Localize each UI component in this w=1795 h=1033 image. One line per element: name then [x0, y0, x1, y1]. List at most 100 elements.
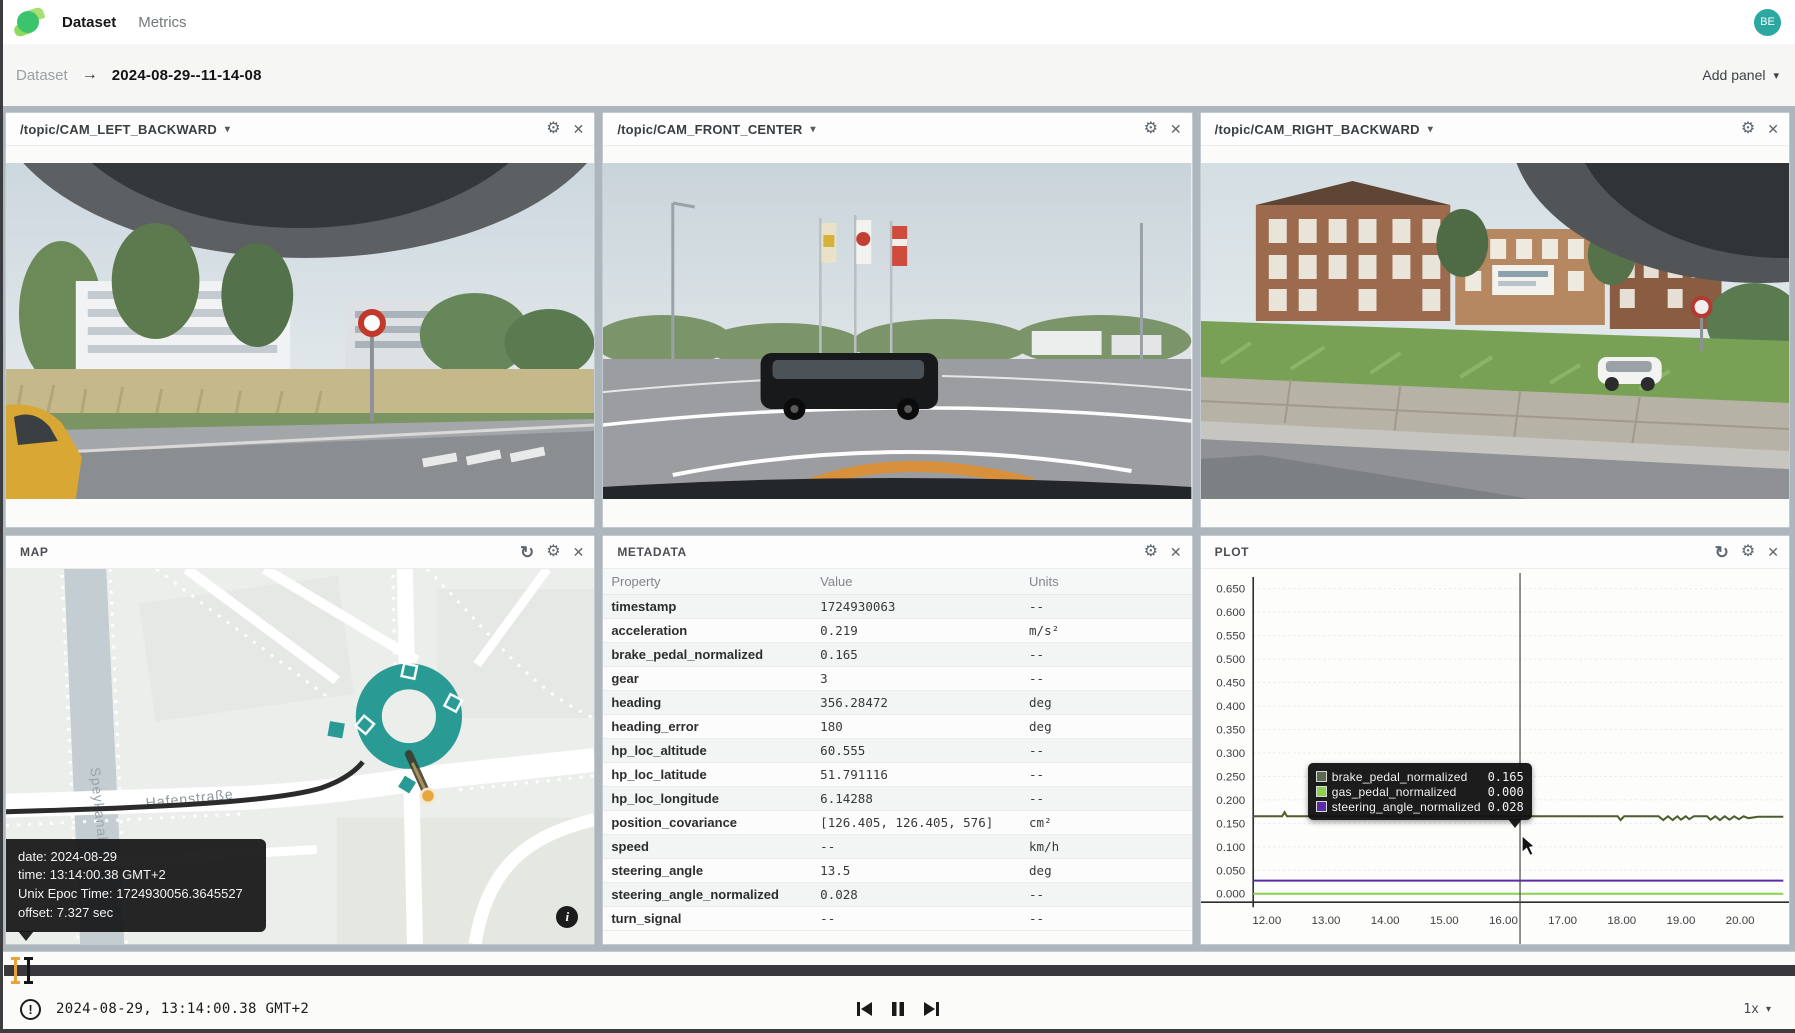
table-column-header: Units — [1021, 569, 1192, 595]
timeline-range-marker[interactable] — [14, 957, 17, 984]
gear-icon[interactable]: ⚙ — [546, 544, 560, 560]
breadcrumb-root-link[interactable]: Dataset — [16, 67, 68, 84]
units-cell: cm² — [1021, 811, 1192, 835]
svg-text:0.550: 0.550 — [1216, 631, 1245, 643]
value-cell: 6.14288 — [812, 787, 1021, 811]
table-row: steering_angle13.5deg — [603, 859, 1191, 883]
skip-forward-button[interactable] — [921, 999, 942, 1019]
plot-chart: 0.0000.0500.1000.1500.2000.2500.3000.350… — [1201, 569, 1789, 944]
units-cell: km/h — [1021, 835, 1192, 859]
property-cell: steering_angle — [603, 859, 812, 883]
legend-row: steering_angle_normalized 0.028 — [1316, 799, 1524, 814]
add-panel-button[interactable]: Add panel ▾ — [1702, 67, 1779, 83]
chevron-down-icon: ▾ — [811, 124, 816, 135]
close-icon[interactable]: ✕ — [573, 122, 585, 136]
arrow-right-icon: → — [82, 66, 98, 84]
svg-text:0.450: 0.450 — [1216, 678, 1245, 690]
panel-plot: PLOT ↻ ⚙ ✕ 0.0000.0500.1000.1500.2000.25… — [1200, 535, 1790, 945]
nav-tab-metrics[interactable]: Metrics — [138, 14, 186, 31]
gear-icon[interactable]: ⚙ — [1741, 544, 1755, 560]
refresh-icon[interactable]: ↻ — [1715, 544, 1729, 561]
close-icon[interactable]: ✕ — [1170, 545, 1182, 559]
topic-label: /topic/CAM_FRONT_CENTER — [617, 122, 802, 137]
svg-text:0.300: 0.300 — [1216, 748, 1245, 760]
close-icon[interactable]: ✕ — [1767, 545, 1779, 559]
units-cell: -- — [1021, 907, 1192, 931]
gear-icon[interactable]: ⚙ — [1741, 121, 1755, 137]
gear-icon[interactable]: ⚙ — [546, 121, 560, 137]
units-cell: -- — [1021, 667, 1192, 691]
topic-select-cam-front[interactable]: /topic/CAM_FRONT_CENTER ▾ — [617, 122, 815, 137]
svg-text:13.00: 13.00 — [1311, 915, 1340, 927]
property-cell: heading — [603, 691, 812, 715]
gear-icon[interactable]: ⚙ — [1144, 544, 1158, 560]
playback-speed-select[interactable]: 1x ▾ — [1743, 1002, 1771, 1017]
value-cell: 356.28472 — [812, 691, 1021, 715]
timeline-track[interactable] — [4, 965, 1795, 976]
units-cell: -- — [1021, 883, 1192, 907]
map-tooltip-time: time: 13:14:00.38 GMT+2 — [18, 866, 254, 885]
metadata-table: PropertyValueUnits timestamp1724930063--… — [603, 569, 1191, 931]
table-row: heading_error180deg — [603, 715, 1191, 739]
value-cell: 0.028 — [812, 883, 1021, 907]
svg-text:0.250: 0.250 — [1216, 771, 1245, 783]
timeline-cursor-marker[interactable] — [27, 957, 30, 984]
chevron-down-icon: ▾ — [1773, 69, 1779, 82]
value-cell: 3 — [812, 667, 1021, 691]
panel-metadata: METADATA ⚙ ✕ PropertyValueUnits timestam… — [602, 535, 1192, 945]
property-cell: timestamp — [603, 595, 812, 619]
close-icon[interactable]: ✕ — [1767, 122, 1779, 136]
breadcrumb-bar: Dataset → 2024-08-29--11-14-08 Add panel… — [0, 44, 1795, 106]
svg-text:14.00: 14.00 — [1370, 915, 1399, 927]
topic-select-cam-left[interactable]: /topic/CAM_LEFT_BACKWARD ▾ — [20, 122, 230, 137]
close-icon[interactable]: ✕ — [1170, 122, 1182, 136]
legend-series-name: steering_angle_normalized — [1332, 800, 1483, 814]
svg-text:0.600: 0.600 — [1216, 607, 1245, 619]
svg-text:0.400: 0.400 — [1216, 701, 1245, 713]
user-avatar[interactable]: BE — [1754, 9, 1781, 36]
topic-label: /topic/CAM_RIGHT_BACKWARD — [1215, 122, 1420, 137]
app-logo-icon[interactable] — [14, 9, 44, 35]
metadata-table-container: PropertyValueUnits timestamp1724930063--… — [603, 569, 1191, 944]
skip-back-button[interactable] — [854, 999, 875, 1019]
alert-icon[interactable]: ! — [20, 999, 41, 1020]
chevron-down-icon: ▾ — [225, 124, 230, 135]
plot-hover-tooltip: brake_pedal_normalized0.165gas_pedal_nor… — [1308, 763, 1532, 820]
legend-swatch — [1316, 786, 1327, 797]
panel-cam-right-backward: /topic/CAM_RIGHT_BACKWARD ▾ ⚙ ✕ — [1200, 112, 1790, 528]
panel-header: /topic/CAM_LEFT_BACKWARD ▾ ⚙ ✕ — [6, 113, 594, 146]
table-row: hp_loc_latitude51.791116-- — [603, 763, 1191, 787]
topic-select-cam-right[interactable]: /topic/CAM_RIGHT_BACKWARD ▾ — [1215, 122, 1433, 137]
table-row: turn_signal---- — [603, 907, 1191, 931]
nav-tabs: Dataset Metrics — [62, 14, 187, 31]
pause-button[interactable] — [889, 999, 907, 1019]
value-cell: [126.405, 126.405, 576] — [812, 811, 1021, 835]
panel-header: METADATA ⚙ ✕ — [603, 536, 1191, 569]
units-cell: deg — [1021, 691, 1192, 715]
panel-title: MAP — [20, 545, 48, 559]
property-cell: heading_error — [603, 715, 812, 739]
svg-text:0.050: 0.050 — [1216, 865, 1245, 877]
svg-text:18.00: 18.00 — [1607, 915, 1636, 927]
nav-tab-dataset[interactable]: Dataset — [62, 14, 116, 31]
svg-text:0.100: 0.100 — [1216, 842, 1245, 854]
legend-series-name: gas_pedal_normalized — [1332, 785, 1483, 799]
value-cell: -- — [812, 907, 1021, 931]
svg-text:16.00: 16.00 — [1489, 915, 1518, 927]
legend-row: brake_pedal_normalized0.165 — [1316, 769, 1524, 784]
map-canvas[interactable]: Speykanal Hafenstraße date: 2024-08-29 t… — [6, 569, 594, 944]
panel-header: PLOT ↻ ⚙ ✕ — [1201, 536, 1789, 569]
svg-text:15.00: 15.00 — [1430, 915, 1459, 927]
gear-icon[interactable]: ⚙ — [1144, 121, 1158, 137]
property-cell: acceleration — [603, 619, 812, 643]
table-row: brake_pedal_normalized0.165-- — [603, 643, 1191, 667]
chevron-down-icon: ▾ — [1766, 1004, 1771, 1015]
property-cell: turn_signal — [603, 907, 812, 931]
table-row: hp_loc_altitude60.555-- — [603, 739, 1191, 763]
camera-image-cam-right — [1201, 146, 1789, 527]
close-icon[interactable]: ✕ — [573, 545, 585, 559]
refresh-icon[interactable]: ↻ — [520, 544, 534, 561]
legend-series-value: 0.028 — [1488, 800, 1524, 814]
map-tooltip-offset: offset: 7.327 sec — [18, 904, 254, 923]
plot-canvas[interactable]: 0.0000.0500.1000.1500.2000.2500.3000.350… — [1201, 569, 1789, 944]
